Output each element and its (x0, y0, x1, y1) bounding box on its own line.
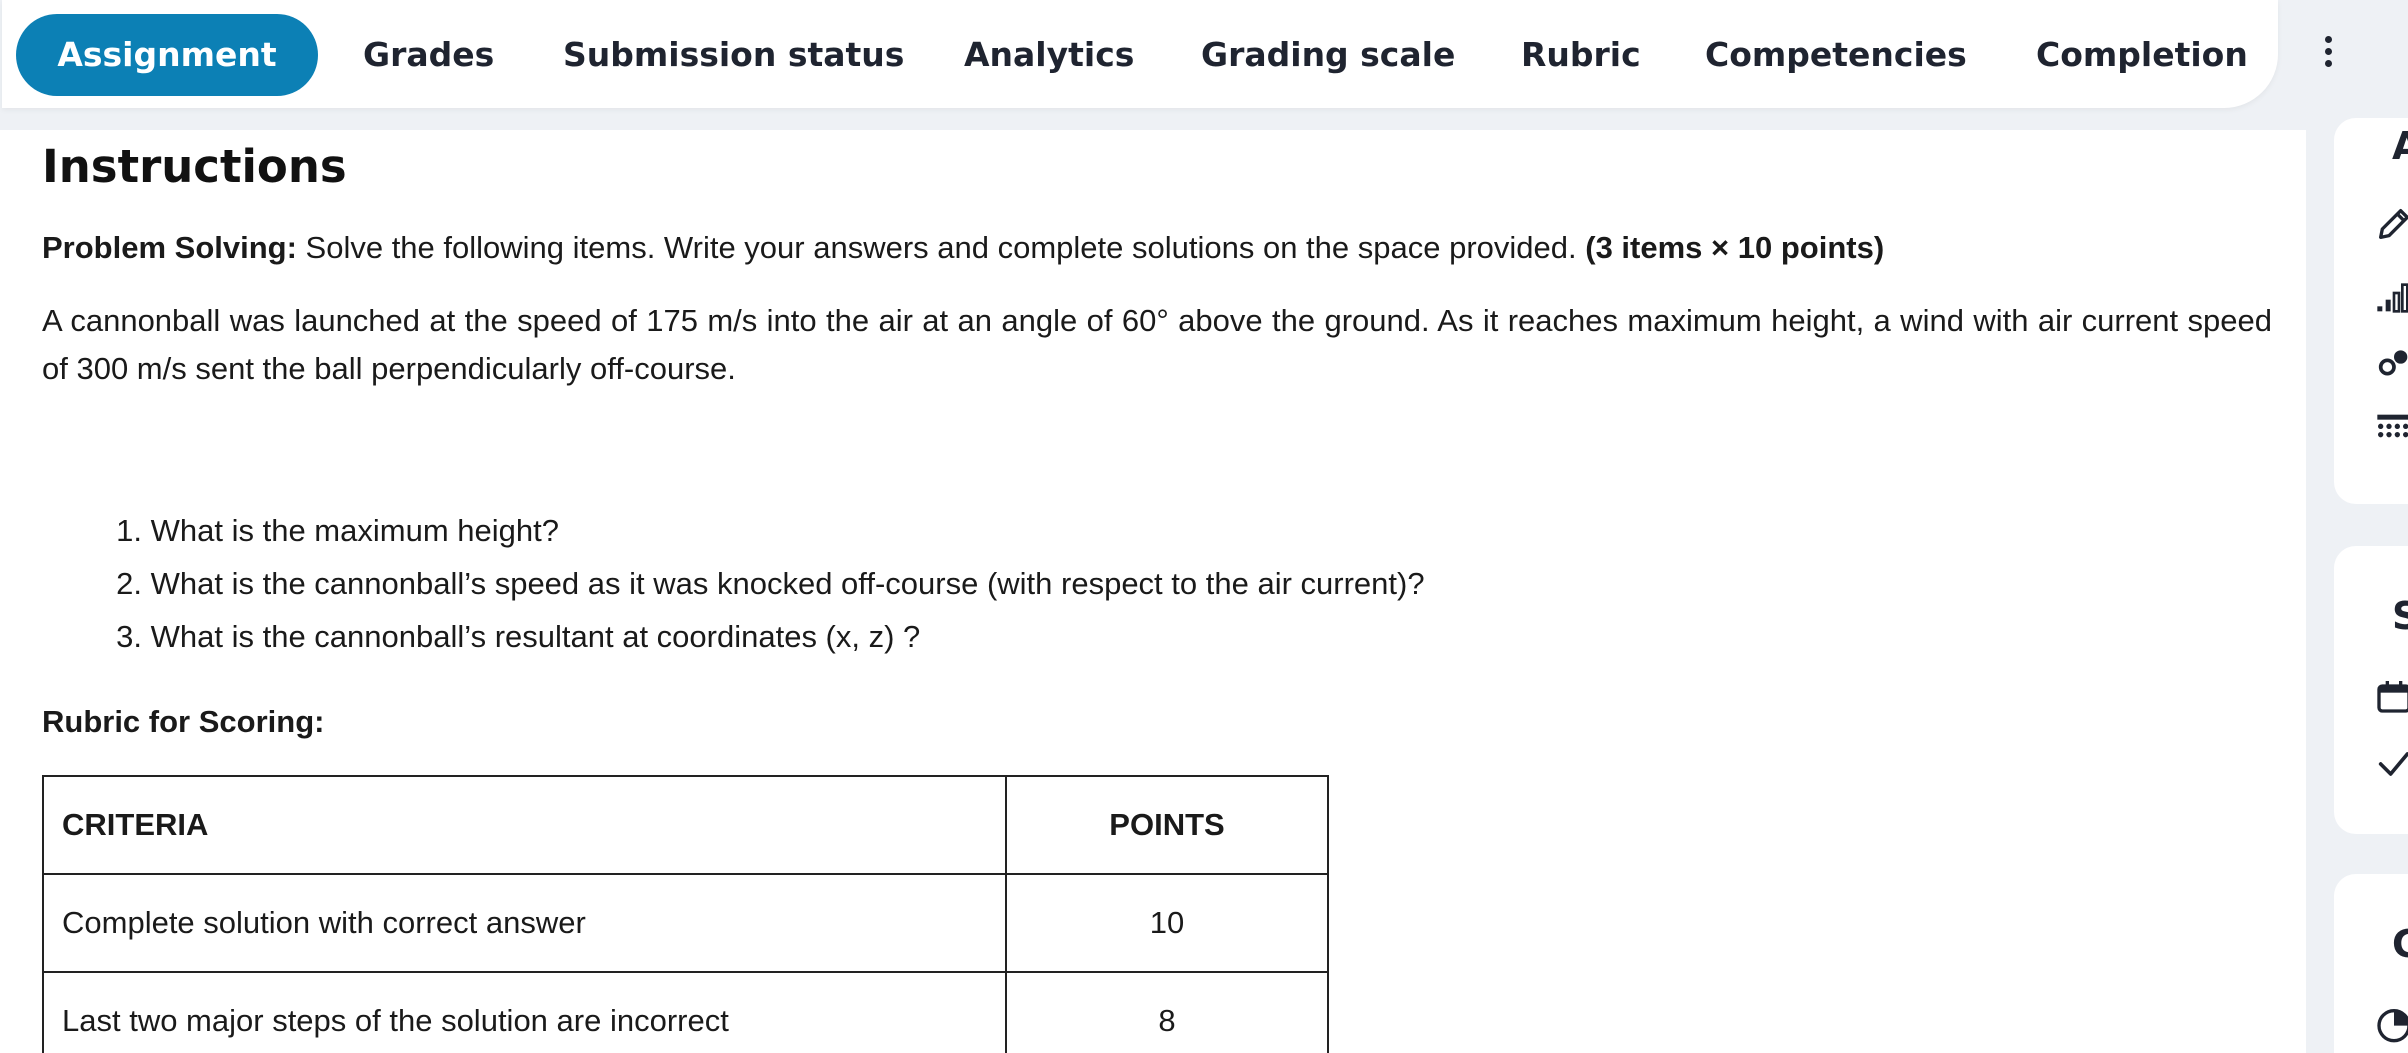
question-text: What is the cannonball’s speed as it was… (150, 566, 1425, 601)
problem-label: Problem Solving: (42, 230, 297, 265)
tab-submission-status[interactable]: Submission status (563, 14, 904, 96)
scenario-text: A cannonball was launched at the speed o… (42, 303, 2272, 386)
calendar-icon[interactable] (2374, 676, 2408, 716)
criteria-cell: Last two major steps of the solution are… (42, 971, 1007, 1053)
question-list: 1. What is the maximum height? 2. What i… (42, 504, 1425, 663)
rubric-table: CRITERIA POINTS Complete solution with c… (42, 775, 1329, 1053)
rubric-title: Rubric for Scoring: (42, 704, 325, 739)
list-item: 3. What is the cannonball’s resultant at… (42, 610, 1425, 663)
list-item: 1. What is the maximum height? (42, 504, 1425, 557)
tab-rubric[interactable]: Rubric (1521, 14, 1641, 96)
tab-completion[interactable]: Completion (2036, 14, 2248, 96)
sidebar-card-title: A (2392, 124, 2408, 168)
table-row: Complete solution with correct answer 10 (42, 873, 1329, 973)
question-number: 1. (116, 513, 142, 548)
question-text: What is the cannonball’s resultant at co… (150, 619, 921, 654)
question-number: 2. (116, 566, 142, 601)
sidebar-card-activity: A (2334, 118, 2408, 504)
problem-points: (3 items × 10 points) (1585, 230, 1885, 265)
points-cell: 10 (1005, 873, 1329, 973)
problem-statement: Problem Solving: Solve the following ite… (42, 224, 2272, 272)
list-item: 2. What is the cannonball’s speed as it … (42, 557, 1425, 610)
grid-icon[interactable] (2374, 408, 2408, 448)
more-vertical-icon[interactable] (2316, 34, 2340, 74)
sidebar-card-grade: G (2334, 874, 2408, 1053)
tab-assignment[interactable]: Assignment (16, 14, 318, 96)
question-number: 3. (116, 619, 142, 654)
criteria-cell: Complete solution with correct answer (42, 873, 1007, 973)
tab-analytics[interactable]: Analytics (964, 14, 1134, 96)
sidebar-card-submission: S (2334, 546, 2408, 834)
competency-icon[interactable] (2374, 342, 2408, 382)
pencil-icon[interactable] (2374, 204, 2408, 244)
tab-competencies[interactable]: Competencies (1705, 14, 1967, 96)
question-text: What is the maximum height? (150, 513, 559, 548)
criteria-header: CRITERIA (42, 775, 1007, 875)
problem-text: Solve the following items. Write your an… (296, 230, 1586, 265)
instructions-heading: Instructions (42, 140, 347, 193)
sidebar-card-title: G (2392, 922, 2408, 966)
tab-grading-scale[interactable]: Grading scale (1201, 14, 1455, 96)
points-header: POINTS (1005, 775, 1329, 875)
bar-chart-icon[interactable] (2374, 278, 2408, 318)
points-cell: 8 (1005, 971, 1329, 1053)
pie-chart-icon[interactable] (2374, 1004, 2408, 1044)
table-header-row: CRITERIA POINTS (42, 775, 1329, 875)
instructions-panel: Instructions Problem Solving: Solve the … (0, 130, 2306, 1053)
check-icon[interactable] (2374, 744, 2408, 784)
tab-grades[interactable]: Grades (363, 14, 494, 96)
sidebar-card-title: S (2392, 594, 2408, 638)
assignment-page: Assignment Grades Submission status Anal… (0, 0, 2408, 1053)
table-row: Last two major steps of the solution are… (42, 971, 1329, 1053)
tab-bar: Assignment Grades Submission status Anal… (2, 0, 2278, 108)
